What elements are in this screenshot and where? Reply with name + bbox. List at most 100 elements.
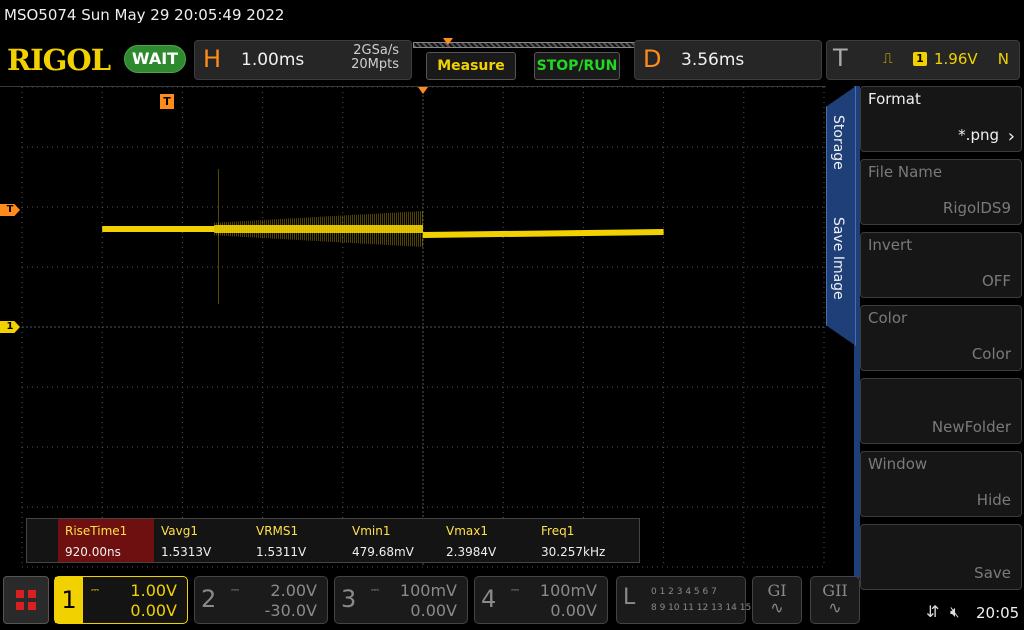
speaker-muted-icon[interactable]: 🔇︎ (950, 603, 959, 621)
chevron-right-icon: › (1007, 126, 1015, 147)
measurement-freq[interactable]: Freq1 30.257kHz (534, 519, 630, 562)
channel-offset: -30.0V (264, 601, 317, 620)
measurement-vavg[interactable]: Vavg1 1.5313V (154, 519, 250, 562)
measurement-label: Vmax1 (446, 524, 488, 538)
channel-offset: 0.00V (410, 601, 457, 620)
rigol-logo: RIGOL (7, 43, 111, 77)
menu-item-title: Invert (868, 236, 913, 254)
measurement-value: 479.68mV (352, 545, 414, 559)
tab-save-image[interactable]: Save Image (830, 217, 846, 300)
channel-2-box[interactable]: 2 ⎓ 2.00V -30.0V (194, 576, 328, 624)
trigger-center-marker (418, 87, 428, 94)
measurement-value: 1.5313V (161, 545, 212, 559)
sample-rate: 2GSa/s (353, 43, 399, 58)
grid-icon (28, 602, 36, 610)
channel-1-box[interactable]: 1 ⎓ 1.00V 0.00V (54, 576, 188, 624)
trigger-letter: T (833, 44, 848, 72)
run-status-badge: WAIT (124, 45, 186, 73)
bottom-status-bar: 1 ⎓ 1.00V 0.00V 2 ⎓ 2.00V -30.0V 3 ⎓ 100… (0, 572, 1024, 630)
measurement-value: 30.257kHz (541, 545, 606, 559)
menu-item-value: *.png (958, 126, 999, 144)
trigger-level: 1.96V (934, 50, 978, 68)
waveform-trace (423, 229, 664, 238)
sine-wave-icon: ∿ (770, 598, 784, 617)
menu-item-value: Color (971, 345, 1011, 363)
channel-scale: 100mV (399, 581, 457, 600)
channel-scale: 2.00V (270, 581, 317, 600)
timeline-position-marker (443, 38, 453, 45)
channel-number: 4 (481, 585, 497, 613)
measurement-label: Vavg1 (161, 524, 198, 538)
grid-icon (16, 602, 24, 610)
measurement-vmax[interactable]: Vmax1 2.3984V (439, 519, 535, 562)
menu-item-color[interactable]: Color Color (860, 305, 1022, 371)
dc-coupling-icon: ⎓ (231, 585, 239, 596)
waveform-trace (102, 226, 215, 232)
measurement-vrms[interactable]: VRMS1 1.5311V (249, 519, 345, 562)
channel-number: 1 (55, 577, 83, 623)
measurement-label: Freq1 (541, 524, 575, 538)
trigger-box[interactable]: T ⎍ 1 1.96V N (826, 40, 1020, 80)
menu-item-window[interactable]: Window Hide (860, 451, 1022, 517)
trigger-source: 1 (913, 52, 927, 66)
menu-item-value: OFF (981, 272, 1011, 290)
logic-channels-row-1: 0 1 2 3 4 5 6 7 (651, 587, 717, 597)
logic-analyzer-box[interactable]: L 0 1 2 3 4 5 6 7 8 9 10 11 12 13 14 15 (616, 576, 751, 624)
memory-timeline (413, 38, 635, 50)
dc-coupling-icon: ⎓ (91, 585, 99, 596)
sine-wave-icon: ∿ (828, 598, 842, 617)
graticule (21, 87, 825, 568)
horizontal-timebase-box[interactable]: H 1.00ms 2GSa/s 20Mpts (194, 40, 412, 80)
channel-number: 3 (341, 585, 357, 613)
grid-icon (16, 590, 24, 598)
measurement-panel: RiseTime1 920.00ns Vavg1 1.5313V VRMS1 1… (26, 518, 640, 563)
channel-offset: 0.00V (130, 601, 177, 620)
menu-item-value: RigolDS9 (942, 199, 1011, 217)
window-title: MSO5074 Sun May 29 20:05:49 2022 (4, 6, 285, 24)
menu-item-value: NewFolder (931, 418, 1011, 436)
menu-item-title: Color (868, 309, 908, 327)
measure-button[interactable]: Measure (426, 52, 516, 80)
menu-item-format[interactable]: Format *.png › (860, 86, 1022, 152)
measurement-vmin[interactable]: Vmin1 479.68mV (345, 519, 441, 562)
logic-channels-row-2: 8 9 10 11 12 13 14 15 (651, 603, 752, 613)
measurement-label: Vmin1 (352, 524, 391, 538)
measurement-label: VRMS1 (256, 524, 299, 538)
menu-item-invert[interactable]: Invert OFF (860, 232, 1022, 298)
delay-value: 3.56ms (681, 50, 745, 70)
memory-depth: 20Mpts (351, 57, 399, 72)
trigger-position-marker[interactable]: T (160, 94, 174, 109)
measurement-value: 2.3984V (446, 545, 497, 559)
acquisition-info: 2GSa/s 20Mpts (351, 44, 399, 72)
channel-3-box[interactable]: 3 ⎓ 100mV 0.00V (334, 576, 468, 624)
delay-box[interactable]: D 3.56ms (634, 40, 822, 80)
channel-4-box[interactable]: 4 ⎓ 100mV 0.00V (474, 576, 608, 624)
rising-edge-icon: ⎍ (883, 51, 893, 67)
menu-item-title: File Name (868, 163, 943, 181)
channel-offset: 0.00V (550, 601, 597, 620)
menu-item-new-folder[interactable]: NewFolder (860, 378, 1022, 444)
generator-2-button[interactable]: GII ∿ (810, 576, 860, 624)
channel-scale: 100mV (539, 581, 597, 600)
menu-item-title: Window (868, 455, 928, 473)
menu-item-file-name[interactable]: File Name RigolDS9 (860, 159, 1022, 225)
tab-storage[interactable]: Storage (830, 115, 846, 170)
grid-icon (28, 590, 36, 598)
generator-1-button[interactable]: GI ∿ (752, 576, 802, 624)
clock: 20:05 (976, 604, 1020, 622)
usb-icon: ⇵ (926, 602, 940, 621)
home-menu-button[interactable] (3, 576, 49, 624)
horizontal-letter: H (203, 45, 222, 73)
channel-number: 2 (201, 585, 217, 613)
waveform-trace (214, 225, 423, 233)
top-toolbar: RIGOL WAIT H 1.00ms 2GSa/s 20Mpts Measur… (0, 36, 1024, 84)
delay-letter: D (643, 45, 662, 73)
measurement-risetime[interactable]: RiseTime1 920.00ns (58, 519, 154, 562)
menu-tab[interactable]: Storage Save Image (826, 86, 856, 346)
storage-menu: Storage Save Image Format *.png › File N… (826, 86, 1024, 590)
time-per-div: 1.00ms (241, 50, 305, 70)
dc-coupling-icon: ⎓ (371, 585, 379, 596)
measurement-value: 920.00ns (65, 545, 121, 559)
waveform-display[interactable] (0, 86, 826, 570)
stop-run-button[interactable]: STOP/RUN (534, 52, 620, 80)
